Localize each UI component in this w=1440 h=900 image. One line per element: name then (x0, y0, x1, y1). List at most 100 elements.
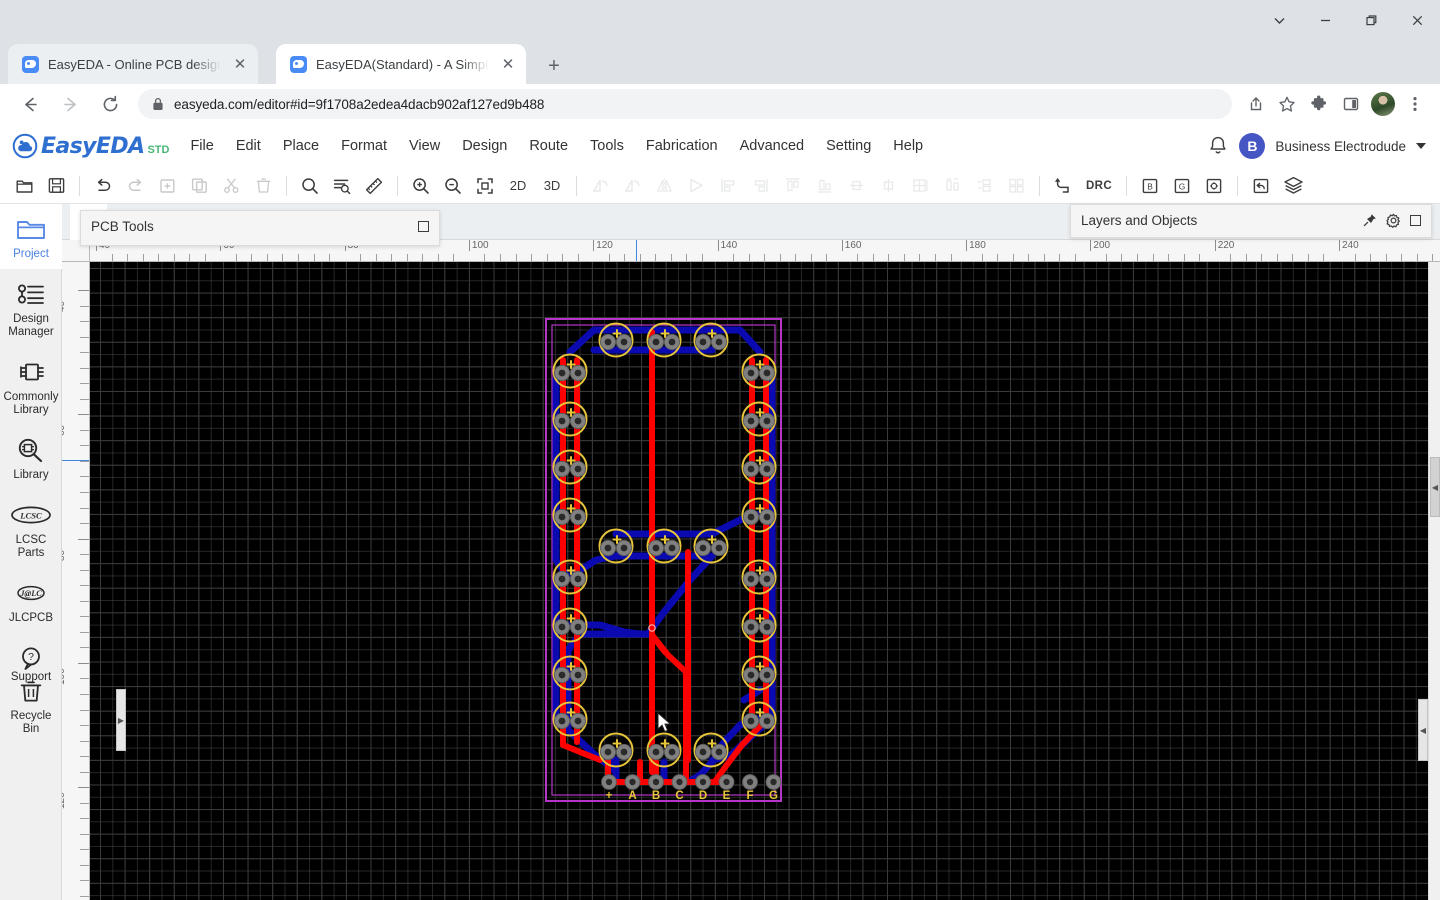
led-component[interactable] (743, 657, 776, 690)
sidebar-item-jlcpcb[interactable]: J@LC JLCPCB (0, 568, 62, 633)
extensions-icon[interactable] (1304, 89, 1334, 119)
menu-place[interactable]: Place (272, 124, 330, 168)
gerber-export-button[interactable]: G (1166, 171, 1198, 201)
layers-panel-header[interactable]: Layers and Objects (1071, 205, 1431, 235)
led-component[interactable] (743, 355, 776, 388)
connector-pad[interactable] (625, 775, 640, 790)
easyeda-logo[interactable]: EasyEDA STD (0, 133, 179, 159)
menu-tools[interactable]: Tools (579, 124, 635, 168)
menu-format[interactable]: Format (330, 124, 398, 168)
square-icon[interactable] (418, 221, 429, 232)
sidebar-item-design-manager[interactable]: Design Manager (0, 269, 62, 347)
paste-button[interactable] (151, 171, 183, 201)
star-icon[interactable] (1272, 89, 1302, 119)
flip-vertical-button[interactable] (616, 171, 648, 201)
menu-route[interactable]: Route (518, 124, 579, 168)
connector-pad[interactable] (672, 775, 687, 790)
scrollbar-thumb[interactable]: ◀ (1430, 457, 1440, 517)
close-icon[interactable] (1394, 0, 1440, 40)
menu-fabrication[interactable]: Fabrication (635, 124, 729, 168)
zoom-out-button[interactable] (437, 171, 469, 201)
new-tab-button[interactable]: + (540, 52, 568, 80)
pick-place-export-button[interactable] (1198, 171, 1230, 201)
distribute-vertical-button[interactable] (968, 171, 1000, 201)
share-icon[interactable] (1240, 89, 1270, 119)
menu-edit[interactable]: Edit (225, 124, 272, 168)
led-component[interactable] (743, 609, 776, 642)
zoom-in-button[interactable] (405, 171, 437, 201)
rotate-button[interactable] (680, 171, 712, 201)
align-bottom-button[interactable] (808, 171, 840, 201)
connector-pad[interactable] (696, 775, 711, 790)
pcb-artwork[interactable]: +ABCDEFG (90, 262, 1440, 900)
canvas-vertical-scrollbar[interactable]: ◀ (1428, 262, 1440, 900)
copy-button[interactable] (183, 171, 215, 201)
forward-arrow-icon[interactable] (54, 88, 86, 120)
menu-view[interactable]: View (398, 124, 451, 168)
reload-icon[interactable] (94, 88, 126, 120)
browser-tab-2[interactable]: EasyEDA(Standard) - A Simple an ✕ (276, 44, 526, 84)
layers-toggle-button[interactable] (1277, 171, 1309, 201)
measure-button[interactable] (358, 171, 390, 201)
sidebar-item-recycle-bin[interactable]: Recycle Bin (0, 666, 62, 744)
pin-icon[interactable] (1363, 213, 1377, 227)
pcb-tools-panel[interactable]: PCB Tools (80, 210, 440, 246)
sidepanel-icon[interactable] (1336, 89, 1366, 119)
back-arrow-icon[interactable] (14, 88, 46, 120)
vertical-ruler[interactable]: 406080100120 (62, 262, 90, 900)
cut-button[interactable] (215, 171, 247, 201)
zoom-fit-button[interactable] (469, 171, 501, 201)
tab-close-icon[interactable]: ✕ (230, 54, 250, 74)
tab-close-icon[interactable]: ✕ (498, 54, 518, 74)
align-left-button[interactable] (712, 171, 744, 201)
bell-icon[interactable] (1207, 135, 1229, 157)
pcb-canvas[interactable]: +ABCDEFG (90, 262, 1440, 900)
save-file-button[interactable] (40, 171, 72, 201)
bom-export-button[interactable]: B (1134, 171, 1166, 201)
align-center-horizontal-button[interactable] (872, 171, 904, 201)
avatar[interactable]: B (1239, 133, 1265, 159)
sidebar-item-commonly-library[interactable]: Commonly Library (0, 347, 62, 425)
chevron-down-icon[interactable] (1416, 143, 1426, 149)
connector-pad[interactable] (743, 775, 758, 790)
gear-icon[interactable] (1386, 213, 1401, 228)
address-bar[interactable]: easyeda.com/editor#id=9f1708a2edea4dacb9… (138, 89, 1232, 119)
profile-avatar[interactable] (1368, 89, 1398, 119)
led-component[interactable] (554, 403, 587, 436)
connector-pad[interactable] (766, 775, 781, 790)
connector-pad[interactable] (719, 775, 734, 790)
connector-pad[interactable] (649, 775, 664, 790)
browser-tab-1[interactable]: EasyEDA - Online PCB design & c ✕ (8, 44, 258, 84)
back-to-schematic-button[interactable] (1245, 171, 1277, 201)
menu-file[interactable]: File (179, 124, 224, 168)
align-center-vertical-button[interactable] (840, 171, 872, 201)
led-component[interactable] (554, 499, 587, 532)
distribute-horizontal-button[interactable] (936, 171, 968, 201)
menu-design[interactable]: Design (451, 124, 518, 168)
led-component[interactable] (743, 561, 776, 594)
layers-objects-panel[interactable]: Layers and Objects (1070, 204, 1432, 238)
menu-advanced[interactable]: Advanced (729, 124, 816, 168)
find-similar-button[interactable] (326, 171, 358, 201)
mirror-button[interactable] (648, 171, 680, 201)
drc-button[interactable]: DRC (1079, 180, 1119, 192)
align-top-button[interactable] (776, 171, 808, 201)
view-2d-button[interactable]: 2D (501, 178, 535, 193)
route-track-button[interactable] (1047, 171, 1079, 201)
square-icon[interactable] (1410, 215, 1421, 226)
distribute-grid-button[interactable] (904, 171, 936, 201)
arrange-button[interactable] (1000, 171, 1032, 201)
led-component[interactable] (554, 355, 587, 388)
view-3d-button[interactable]: 3D (535, 178, 569, 193)
open-file-button[interactable] (8, 171, 40, 201)
flip-horizontal-button[interactable] (584, 171, 616, 201)
pcb-tools-panel-header[interactable]: PCB Tools (81, 211, 439, 241)
sidebar-item-lcsc-parts[interactable]: LCSC LCSC Parts (0, 490, 62, 568)
menu-setting[interactable]: Setting (815, 124, 882, 168)
connector-pad[interactable] (602, 775, 617, 790)
sidebar-item-library[interactable]: Library (0, 425, 62, 490)
tab-search-chevron-icon[interactable] (1256, 0, 1302, 40)
led-component[interactable] (743, 451, 776, 484)
undo-button[interactable] (87, 171, 119, 201)
align-right-button[interactable] (744, 171, 776, 201)
